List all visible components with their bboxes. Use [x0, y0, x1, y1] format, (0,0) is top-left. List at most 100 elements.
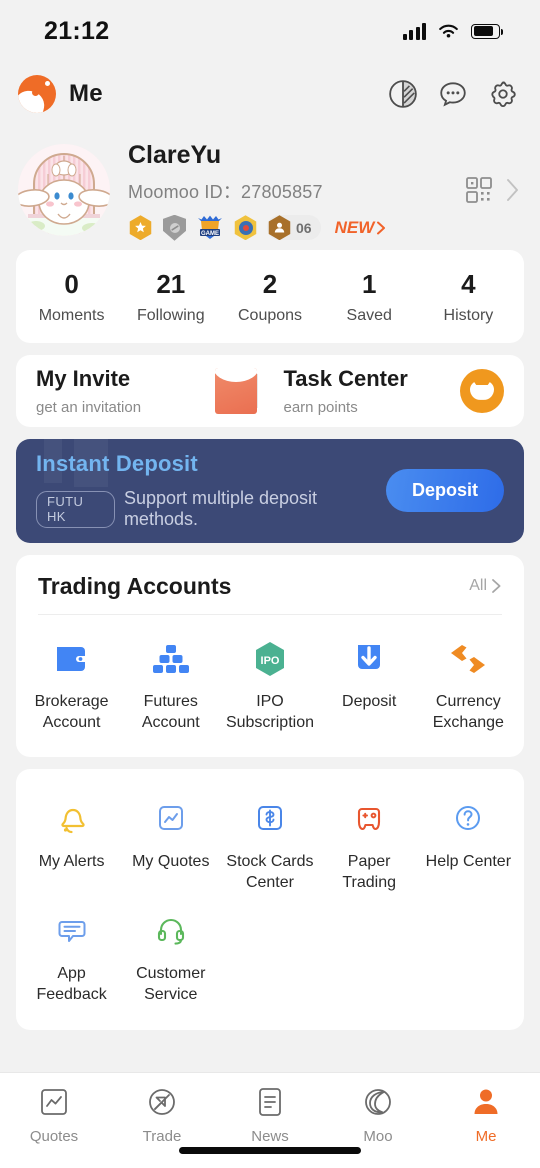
stats-card: 0 Moments 21 Following 2 Coupons 1 Saved…	[16, 250, 524, 343]
deposit-banner-description: Support multiple deposit methods.	[123, 488, 318, 530]
chart-square-icon	[153, 799, 189, 839]
status-time: 21:12	[44, 16, 110, 45]
deposit-banner-title: Instant Deposit	[36, 451, 198, 477]
status-indicators	[402, 23, 504, 40]
grid-item-brokerage-account[interactable]: Brokerage Account	[22, 631, 121, 743]
task-center-entry[interactable]: Task Center earn points	[258, 366, 504, 416]
tab-label: Me	[475, 1128, 497, 1145]
grid-item-futures-account[interactable]: Futures Account	[121, 631, 220, 743]
grid-item-label: Futures Account	[141, 692, 200, 731]
my-invite-subtitle: get an invitation	[36, 398, 142, 416]
grid-item-customer-service[interactable]: Customer Service	[121, 903, 220, 1015]
stat-value: 1	[361, 269, 377, 300]
content-scroll[interactable]: 0 Moments 21 Following 2 Coupons 1 Saved…	[0, 250, 540, 1072]
task-center-title: Task Center	[283, 366, 408, 392]
exchange-arrows-icon	[448, 639, 488, 679]
instant-deposit-banner[interactable]: Instant Deposit FUTU HK Support multiple…	[16, 438, 524, 543]
grid-item-my-alerts[interactable]: My Alerts	[22, 791, 121, 903]
task-center-text: Task Center earn points	[284, 366, 408, 415]
badge-list: GAME 06 NEW	[128, 214, 447, 241]
fans-badge[interactable]: 06	[267, 215, 321, 241]
trading-accounts-all-link[interactable]: All	[469, 577, 502, 595]
gear-icon[interactable]	[488, 79, 518, 109]
red-envelope-icon	[214, 367, 257, 414]
grid-item-ipo-subscription[interactable]: IPO IPO Subscription	[220, 631, 319, 743]
grid-item-label: IPO Subscription	[225, 692, 314, 731]
new-link[interactable]: NEW	[335, 218, 388, 238]
gamepad-icon	[349, 799, 389, 839]
stat-label: Moments	[38, 306, 105, 324]
medal-badge[interactable]	[233, 215, 258, 241]
profile-chevron-icon[interactable]	[505, 177, 520, 203]
app-screen: 21:12 Me ClareYu Moomoo ID：27805857 GAME…	[0, 0, 540, 1168]
stat-saved[interactable]: 1 Saved	[320, 270, 419, 325]
grid-item-paper-trading[interactable]: Paper Trading	[320, 791, 419, 903]
tab-label: Moo	[363, 1128, 393, 1145]
chevron-right-icon	[377, 221, 386, 235]
stat-history[interactable]: 4 History	[419, 270, 518, 325]
feedback-icon	[53, 911, 91, 951]
stat-value: 21	[156, 269, 186, 300]
grid-item-label: Customer Service	[136, 965, 206, 1004]
tab-label: Quotes	[29, 1128, 79, 1145]
trading-accounts-header: Trading Accounts All	[16, 555, 524, 600]
my-invite-entry[interactable]: My Invite get an invitation	[36, 366, 257, 416]
username: ClareYu	[128, 141, 222, 169]
status-bar: 21:12	[0, 0, 540, 62]
tab-label: News	[251, 1128, 289, 1145]
grid-item-stock-cards-center[interactable]: Stock Cards Center	[220, 791, 319, 903]
grid-item-app-feedback[interactable]: App Feedback	[22, 903, 121, 1015]
news-document-icon	[259, 1088, 281, 1116]
game-badge[interactable]: GAME	[196, 215, 224, 240]
wallet-icon	[52, 639, 92, 679]
stat-label: Coupons	[237, 306, 303, 324]
messages-icon[interactable]	[438, 79, 468, 109]
download-arrow-icon	[349, 639, 389, 679]
tab-news[interactable]: News	[216, 1085, 324, 1145]
stat-label: History	[443, 306, 494, 324]
trading-accounts-grid: Brokerage Account Futures Account IPO IP…	[16, 615, 524, 757]
profile-header[interactable]: ClareYu Moomoo ID：27805857 GAME 06 NEW	[0, 126, 540, 250]
promo-card: My Invite get an invitation Task Center …	[16, 354, 524, 427]
star-badge[interactable]	[128, 215, 153, 241]
dollar-square-icon	[252, 799, 288, 839]
grid-item-my-quotes[interactable]: My Quotes	[121, 791, 220, 903]
trading-accounts-title: Trading Accounts	[38, 572, 232, 599]
grid-item-label: Help Center	[425, 853, 512, 871]
qr-code-icon[interactable]	[465, 176, 493, 204]
blocks-icon	[151, 639, 191, 679]
tab-trade[interactable]: Trade	[108, 1085, 216, 1145]
quotes-chart-icon	[41, 1089, 67, 1115]
stat-following[interactable]: 21 Following	[121, 270, 220, 325]
bell-icon	[53, 799, 91, 839]
dark-mode-icon[interactable]	[388, 79, 418, 109]
grid-item-label: My Alerts	[38, 853, 105, 871]
stat-value: 2	[262, 269, 278, 300]
headset-icon	[153, 911, 189, 951]
tab-moo[interactable]: Moo	[324, 1085, 432, 1145]
cellular-signal-icon	[402, 23, 426, 40]
grid-item-currency-exchange[interactable]: Currency Exchange	[419, 631, 518, 743]
task-center-subtitle: earn points	[283, 398, 358, 416]
chevron-right-icon	[492, 579, 501, 594]
fans-count: 06	[296, 219, 312, 236]
trade-arrow-icon	[149, 1089, 175, 1115]
avatar[interactable]	[18, 144, 110, 237]
grid-item-deposit[interactable]: Deposit	[320, 631, 419, 743]
stat-coupons[interactable]: 2 Coupons	[220, 270, 319, 325]
brand: Me	[18, 75, 103, 113]
profile-info: ClareYu Moomoo ID：27805857 GAME 06 NEW	[128, 140, 447, 241]
deposit-button[interactable]: Deposit	[385, 469, 504, 513]
app-bar: Me	[0, 62, 540, 126]
all-label: All	[469, 577, 487, 595]
stat-value: 4	[461, 269, 476, 300]
grid-item-help-center[interactable]: Help Center	[419, 791, 518, 903]
stat-moments[interactable]: 0 Moments	[22, 270, 121, 325]
app-bar-actions	[388, 79, 518, 109]
tab-me[interactable]: Me	[432, 1085, 540, 1145]
services-grid: My Alerts My Quotes Stock Cards Center P…	[16, 769, 524, 1029]
question-icon	[450, 799, 486, 839]
shield-badge[interactable]	[162, 214, 187, 241]
tab-quotes[interactable]: Quotes	[0, 1085, 108, 1145]
futu-hk-tag: FUTU HK	[36, 490, 115, 528]
